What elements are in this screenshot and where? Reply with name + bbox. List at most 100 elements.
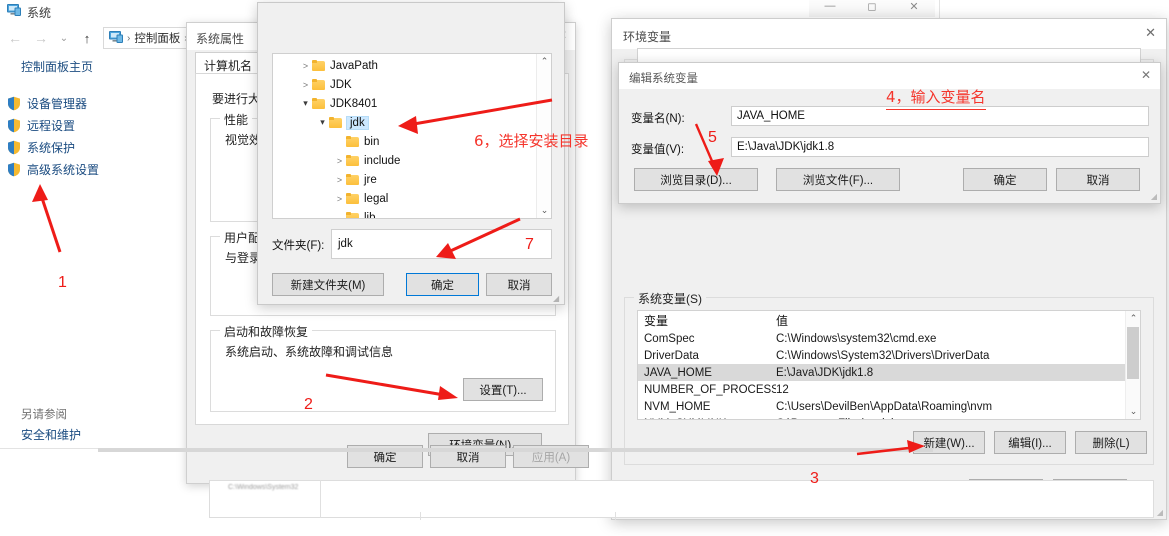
- breadcrumb-item-control-panel[interactable]: 控制面板: [134, 30, 180, 46]
- edit-ok-button[interactable]: 确定: [963, 168, 1047, 191]
- chevron-down-icon[interactable]: ▾: [316, 117, 329, 128]
- sidebar-item-remote-settings[interactable]: 远程设置: [3, 114, 99, 136]
- table-row[interactable]: ComSpec C:\Windows\system32\cmd.exe: [638, 330, 1140, 347]
- background-window: [209, 480, 1154, 518]
- sidebar-item-device-manager[interactable]: 设备管理器: [3, 92, 99, 114]
- startup-recovery-group-legend: 启动和故障恢复: [220, 323, 313, 340]
- scrollbar-thumb[interactable]: [1127, 327, 1139, 379]
- variable-name-cell: DriverData: [644, 349, 699, 362]
- table-row[interactable]: DriverData C:\Windows\System32\Drivers\D…: [638, 347, 1140, 364]
- close-icon[interactable]: ✕: [1141, 68, 1151, 82]
- bf-cancel-button[interactable]: 取消: [486, 273, 552, 296]
- screenshot-root: 系统 — ◻ ✕ ← → ⌄ ↑ › 控制面板 控制面板主页 设备管理器 远程设…: [0, 0, 1169, 536]
- sidebar-item-label: 设备管理器: [27, 96, 88, 111]
- tree-item-label: include: [364, 154, 401, 167]
- background-taskbar-hint: [130, 527, 830, 536]
- edit-cancel-button[interactable]: 取消: [1056, 168, 1140, 191]
- startup-recovery-group-text: 系统启动、系统故障和调试信息: [225, 345, 394, 359]
- up-button[interactable]: ↑: [75, 26, 99, 50]
- resize-handle-icon[interactable]: ◢: [553, 294, 561, 303]
- back-button[interactable]: ←: [3, 26, 27, 50]
- chevron-down-icon[interactable]: ▾: [299, 98, 312, 109]
- annotation-number-2: 2: [304, 396, 313, 413]
- address-computer-icon: [109, 30, 123, 46]
- minimize-button[interactable]: —: [809, 0, 851, 17]
- forward-button[interactable]: →: [29, 26, 53, 50]
- folder-icon: [312, 60, 325, 71]
- browse-file-button[interactable]: 浏览文件(F)...: [776, 168, 900, 191]
- variable-name-label: 变量名(N):: [631, 113, 685, 125]
- column-header-value: 值: [776, 313, 789, 328]
- shield-icon: [7, 140, 21, 155]
- system-variables-scrollbar[interactable]: ⌃ ⌄: [1125, 311, 1140, 419]
- env-variables-titlebar: 环境变量 ✕: [612, 19, 1166, 49]
- scroll-up-icon[interactable]: ⌃: [537, 54, 551, 69]
- table-row[interactable]: NVM_HOME C:\Users\DevilBen\AppData\Roami…: [638, 398, 1140, 415]
- scroll-up-icon[interactable]: ⌃: [1126, 311, 1140, 326]
- annotation-arrow-5: [694, 123, 724, 176]
- variable-value-label: 变量值(V):: [631, 144, 685, 156]
- variable-value-cell: C:\Windows\System32\Drivers\DriverData: [776, 349, 990, 362]
- table-row[interactable]: NUMBER_OF_PROCESSORS 12: [638, 381, 1140, 398]
- chevron-right-icon[interactable]: >: [299, 61, 312, 71]
- folder-icon: [312, 79, 325, 90]
- tree-item-label: jdk: [346, 115, 369, 130]
- annotation-arrow-6: [398, 98, 553, 134]
- variable-value-cell: E:\Java\JDK\jdk1.8: [776, 366, 874, 379]
- background-divider: [615, 512, 616, 520]
- system-variables-table[interactable]: 变量 值 ComSpec C:\Windows\system32\cmd.exe…: [637, 310, 1141, 420]
- table-header-row: 变量 值: [638, 311, 1140, 330]
- variable-name-cell: JAVA_HOME: [644, 366, 712, 379]
- folder-icon: [312, 98, 325, 109]
- folder-name-label: 文件夹(F):: [272, 240, 325, 252]
- shield-icon: [7, 96, 21, 111]
- variable-name-cell: ComSpec: [644, 332, 695, 345]
- chevron-right-icon[interactable]: >: [299, 80, 312, 90]
- resize-handle-icon[interactable]: ◢: [1157, 508, 1163, 517]
- new-folder-button[interactable]: 新建文件夹(M): [272, 273, 384, 296]
- see-also-link-security-maintenance[interactable]: 安全和维护: [21, 426, 81, 443]
- variable-value-cell: C:\Users\DevilBen\AppData\Roaming\nvm: [776, 400, 993, 413]
- bf-ok-button[interactable]: 确定: [406, 273, 479, 296]
- sidebar-item-label: 系统保护: [27, 140, 76, 155]
- tree-item[interactable]: > include: [273, 151, 551, 170]
- breadcrumb-separator: ›: [127, 32, 131, 44]
- chevron-right-icon[interactable]: >: [333, 175, 346, 185]
- sidebar-item-system-protection[interactable]: 系统保护: [3, 136, 99, 158]
- variable-value-input[interactable]: E:\Java\JDK\jdk1.8: [731, 137, 1149, 157]
- maximize-button[interactable]: ◻: [851, 0, 893, 17]
- control-panel-home-link[interactable]: 控制面板主页: [21, 58, 93, 75]
- control-panel-link-list: 设备管理器 远程设置 系统保护 高级系统设置: [3, 92, 99, 180]
- tree-item[interactable]: > legal: [273, 189, 551, 208]
- tree-item[interactable]: > jre: [273, 170, 551, 189]
- system-delete-button[interactable]: 删除(L): [1075, 431, 1147, 454]
- nav-arrow-group: ← → ⌄ ↑: [3, 26, 99, 50]
- system-window-title: 系统: [27, 5, 52, 20]
- tree-item[interactable]: > JavaPath: [273, 56, 551, 75]
- resize-handle-icon[interactable]: ◢: [1151, 192, 1157, 201]
- tree-item[interactable]: > JDK: [273, 75, 551, 94]
- table-row[interactable]: NVM_SYMLINK C:\Program Files\nodejs: [638, 415, 1140, 420]
- scroll-down-icon[interactable]: ⌄: [1126, 404, 1140, 419]
- chevron-right-icon[interactable]: >: [333, 156, 346, 166]
- table-row-selected[interactable]: JAVA_HOME E:\Java\JDK\jdk1.8: [638, 364, 1140, 381]
- annotation-arrow-1: [32, 184, 62, 253]
- startup-settings-button[interactable]: 设置(T)...: [463, 378, 543, 401]
- background-window-text: C:\Windows\System32: [228, 484, 299, 491]
- system-edit-button[interactable]: 编辑(I)...: [994, 431, 1066, 454]
- annotation-arrow-2: [325, 373, 458, 400]
- close-button[interactable]: ✕: [893, 0, 935, 17]
- tree-item-label: JDK: [330, 78, 352, 91]
- system-window-title-group: 系统: [7, 3, 51, 21]
- shield-icon: [7, 162, 21, 177]
- annotation-text-6: 6，选择安装目录: [474, 132, 589, 150]
- background-divider: [420, 512, 421, 520]
- close-icon[interactable]: ✕: [1145, 25, 1156, 41]
- folder-icon: [346, 212, 359, 218]
- sidebar-item-advanced-system-settings[interactable]: 高级系统设置: [3, 158, 99, 180]
- recent-locations-chevron-down-icon[interactable]: ⌄: [55, 26, 73, 50]
- chevron-right-icon[interactable]: >: [333, 194, 346, 204]
- annotation-arrow-3: [856, 440, 925, 456]
- variable-name-cell: NVM_SYMLINK: [638, 418, 776, 420]
- scroll-down-icon[interactable]: ⌄: [537, 203, 551, 218]
